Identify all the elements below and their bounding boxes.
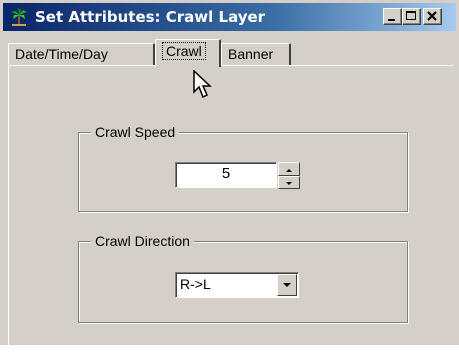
crawl-direction-group: Crawl Direction R->L — [78, 232, 408, 323]
crawl-direction-value: R->L — [180, 276, 211, 292]
arrow-down-icon — [286, 182, 292, 185]
mouse-cursor-icon — [193, 70, 212, 99]
arrow-up-icon — [286, 169, 292, 172]
crawl-tab-panel: Crawl Speed 5 Crawl Direction R->L — [8, 65, 453, 355]
spin-up-button[interactable] — [278, 162, 300, 176]
tab-label: Crawl — [162, 42, 206, 60]
crawl-speed-group: Crawl Speed 5 — [78, 123, 408, 212]
close-icon — [427, 11, 437, 21]
crawl-speed-input[interactable]: 5 — [175, 162, 277, 188]
minimize-button[interactable] — [383, 8, 402, 25]
tab-banner[interactable]: Banner — [221, 43, 291, 65]
tab-date-time-day[interactable]: Date/Time/Day — [8, 43, 155, 65]
dialog-window: Set Attributes: Crawl Layer Date/Time/Da… — [0, 0, 459, 355]
chevron-down-icon — [283, 283, 291, 287]
tab-strip: Date/Time/Day Crawl Banner — [8, 39, 453, 67]
spin-down-button[interactable] — [278, 176, 300, 189]
tab-label: Banner — [228, 46, 274, 62]
crawl-direction-label: Crawl Direction — [91, 232, 194, 250]
minimize-icon — [388, 19, 395, 21]
dropdown-button[interactable] — [277, 274, 297, 296]
crawl-speed-value: 5 — [221, 165, 231, 182]
crawl-direction-select[interactable]: R->L — [175, 272, 299, 298]
tab-crawl[interactable]: Crawl — [155, 39, 221, 67]
tab-label: Date/Time/Day — [15, 46, 108, 62]
maximize-button[interactable] — [402, 8, 421, 25]
title-bar[interactable]: Set Attributes: Crawl Layer — [3, 3, 456, 31]
maximize-icon — [406, 11, 416, 20]
close-button[interactable] — [423, 8, 442, 25]
window-title: Set Attributes: Crawl Layer — [35, 8, 266, 26]
palm-tree-icon — [9, 7, 29, 27]
crawl-speed-label: Crawl Speed — [91, 123, 180, 141]
